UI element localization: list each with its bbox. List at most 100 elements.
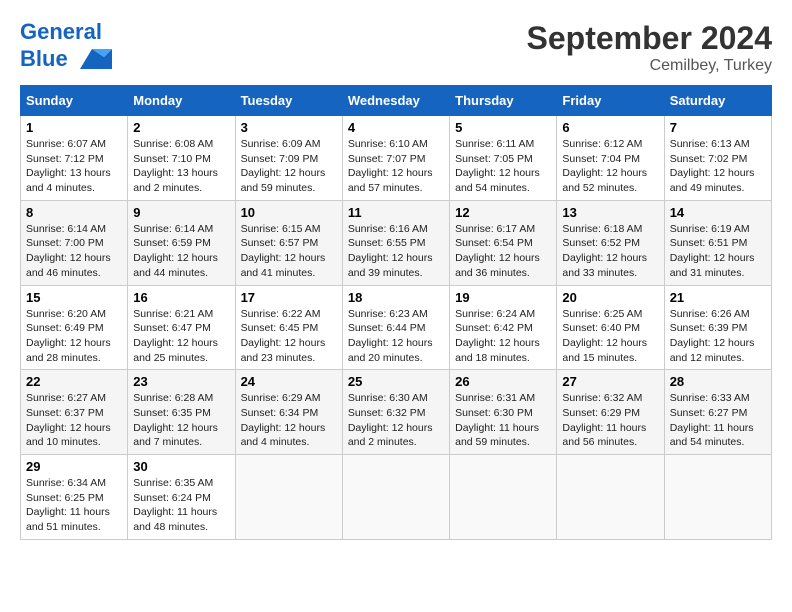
month-title: September 2024 — [527, 20, 772, 57]
day-info: Sunrise: 6:13 AMSunset: 7:02 PMDaylight:… — [670, 137, 766, 196]
calendar-cell: 20 Sunrise: 6:25 AMSunset: 6:40 PMDayligh… — [557, 285, 664, 370]
title-block: September 2024 Cemilbey, Turkey — [527, 20, 772, 75]
day-info: Sunrise: 6:19 AMSunset: 6:51 PMDaylight:… — [670, 222, 766, 281]
day-info: Sunrise: 6:22 AMSunset: 6:45 PMDaylight:… — [241, 307, 337, 366]
day-number: 7 — [670, 120, 766, 135]
day-number: 20 — [562, 290, 658, 305]
calendar-cell: 8 Sunrise: 6:14 AMSunset: 7:00 PMDaylight… — [21, 200, 128, 285]
day-number: 29 — [26, 459, 122, 474]
calendar-cell: 14 Sunrise: 6:19 AMSunset: 6:51 PMDayligh… — [664, 200, 771, 285]
day-info: Sunrise: 6:08 AMSunset: 7:10 PMDaylight:… — [133, 137, 229, 196]
calendar-cell: 5 Sunrise: 6:11 AMSunset: 7:05 PMDaylight… — [450, 116, 557, 201]
day-info: Sunrise: 6:14 AMSunset: 6:59 PMDaylight:… — [133, 222, 229, 281]
day-number: 14 — [670, 205, 766, 220]
day-number: 8 — [26, 205, 122, 220]
day-number: 27 — [562, 374, 658, 389]
calendar-cell: 11Sunrise: 6:16 AMSunset: 6:55 PMDayligh… — [342, 200, 449, 285]
day-info: Sunrise: 6:30 AMSunset: 6:32 PMDaylight:… — [348, 391, 444, 450]
day-number: 23 — [133, 374, 229, 389]
calendar-table: SundayMondayTuesdayWednesdayThursdayFrid… — [20, 85, 772, 540]
logo-icon — [72, 44, 112, 74]
day-number: 21 — [670, 290, 766, 305]
calendar-cell: 25 Sunrise: 6:30 AMSunset: 6:32 PMDayligh… — [342, 370, 449, 455]
day-info: Sunrise: 6:18 AMSunset: 6:52 PMDaylight:… — [562, 222, 658, 281]
week-row-3: 15 Sunrise: 6:20 AMSunset: 6:49 PMDayligh… — [21, 285, 772, 370]
day-info: Sunrise: 6:12 AMSunset: 7:04 PMDaylight:… — [562, 137, 658, 196]
weekday-header-row: SundayMondayTuesdayWednesdayThursdayFrid… — [21, 86, 772, 116]
logo-blue: Blue — [20, 47, 68, 71]
day-number: 1 — [26, 120, 122, 135]
week-row-4: 22 Sunrise: 6:27 AMSunset: 6:37 PMDayligh… — [21, 370, 772, 455]
day-number: 12 — [455, 205, 551, 220]
weekday-header-friday: Friday — [557, 86, 664, 116]
day-info: Sunrise: 6:27 AMSunset: 6:37 PMDaylight:… — [26, 391, 122, 450]
calendar-cell: 1 Sunrise: 6:07 AMSunset: 7:12 PMDaylight… — [21, 116, 128, 201]
calendar-cell — [235, 455, 342, 540]
calendar-cell: 28Sunrise: 6:33 AMSunset: 6:27 PMDayligh… — [664, 370, 771, 455]
calendar-cell: 27 Sunrise: 6:32 AMSunset: 6:29 PMDayligh… — [557, 370, 664, 455]
calendar-cell: 15 Sunrise: 6:20 AMSunset: 6:49 PMDayligh… — [21, 285, 128, 370]
week-row-2: 8 Sunrise: 6:14 AMSunset: 7:00 PMDaylight… — [21, 200, 772, 285]
location-title: Cemilbey, Turkey — [527, 57, 772, 75]
day-number: 16 — [133, 290, 229, 305]
day-number: 24 — [241, 374, 337, 389]
day-info: Sunrise: 6:23 AMSunset: 6:44 PMDaylight:… — [348, 307, 444, 366]
calendar-cell — [557, 455, 664, 540]
weekday-header-sunday: Sunday — [21, 86, 128, 116]
calendar-cell: 12 Sunrise: 6:17 AMSunset: 6:54 PMDayligh… — [450, 200, 557, 285]
calendar-cell: 9 Sunrise: 6:14 AMSunset: 6:59 PMDaylight… — [128, 200, 235, 285]
weekday-header-monday: Monday — [128, 86, 235, 116]
calendar-cell: 10Sunrise: 6:15 AMSunset: 6:57 PMDayligh… — [235, 200, 342, 285]
day-info: Sunrise: 6:11 AMSunset: 7:05 PMDaylight:… — [455, 137, 551, 196]
day-number: 9 — [133, 205, 229, 220]
day-number: 26 — [455, 374, 551, 389]
calendar-cell: 24 Sunrise: 6:29 AMSunset: 6:34 PMDayligh… — [235, 370, 342, 455]
day-info: Sunrise: 6:35 AMSunset: 6:24 PMDaylight:… — [133, 476, 229, 535]
day-number: 19 — [455, 290, 551, 305]
day-info: Sunrise: 6:07 AMSunset: 7:12 PMDaylight:… — [26, 137, 122, 196]
day-number: 2 — [133, 120, 229, 135]
calendar-cell: 22 Sunrise: 6:27 AMSunset: 6:37 PMDayligh… — [21, 370, 128, 455]
day-number: 28 — [670, 374, 766, 389]
calendar-cell — [450, 455, 557, 540]
day-number: 3 — [241, 120, 337, 135]
day-number: 15 — [26, 290, 122, 305]
day-number: 10 — [241, 205, 337, 220]
week-row-5: 29 Sunrise: 6:34 AMSunset: 6:25 PMDayligh… — [21, 455, 772, 540]
day-number: 30 — [133, 459, 229, 474]
day-info: Sunrise: 6:20 AMSunset: 6:49 PMDaylight:… — [26, 307, 122, 366]
weekday-header-tuesday: Tuesday — [235, 86, 342, 116]
day-info: Sunrise: 6:14 AMSunset: 7:00 PMDaylight:… — [26, 222, 122, 281]
day-number: 4 — [348, 120, 444, 135]
day-info: Sunrise: 6:32 AMSunset: 6:29 PMDaylight:… — [562, 391, 658, 450]
day-number: 11 — [348, 205, 444, 220]
day-number: 17 — [241, 290, 337, 305]
day-number: 18 — [348, 290, 444, 305]
calendar-cell — [664, 455, 771, 540]
calendar-cell: 23 Sunrise: 6:28 AMSunset: 6:35 PMDayligh… — [128, 370, 235, 455]
day-info: Sunrise: 6:31 AMSunset: 6:30 PMDaylight:… — [455, 391, 551, 450]
weekday-header-wednesday: Wednesday — [342, 86, 449, 116]
week-row-1: 1 Sunrise: 6:07 AMSunset: 7:12 PMDaylight… — [21, 116, 772, 201]
calendar-cell: 29 Sunrise: 6:34 AMSunset: 6:25 PMDayligh… — [21, 455, 128, 540]
calendar-cell: 3Sunrise: 6:09 AMSunset: 7:09 PMDaylight… — [235, 116, 342, 201]
day-number: 5 — [455, 120, 551, 135]
calendar-cell: 7 Sunrise: 6:13 AMSunset: 7:02 PMDaylight… — [664, 116, 771, 201]
day-info: Sunrise: 6:28 AMSunset: 6:35 PMDaylight:… — [133, 391, 229, 450]
calendar-cell: 17 Sunrise: 6:22 AMSunset: 6:45 PMDayligh… — [235, 285, 342, 370]
day-info: Sunrise: 6:29 AMSunset: 6:34 PMDaylight:… — [241, 391, 337, 450]
day-info: Sunrise: 6:17 AMSunset: 6:54 PMDaylight:… — [455, 222, 551, 281]
calendar-cell: 21Sunrise: 6:26 AMSunset: 6:39 PMDayligh… — [664, 285, 771, 370]
calendar-cell: 2 Sunrise: 6:08 AMSunset: 7:10 PMDaylight… — [128, 116, 235, 201]
day-info: Sunrise: 6:21 AMSunset: 6:47 PMDaylight:… — [133, 307, 229, 366]
day-number: 25 — [348, 374, 444, 389]
day-info: Sunrise: 6:10 AMSunset: 7:07 PMDaylight:… — [348, 137, 444, 196]
day-info: Sunrise: 6:34 AMSunset: 6:25 PMDaylight:… — [26, 476, 122, 535]
calendar-cell: 30 Sunrise: 6:35 AMSunset: 6:24 PMDayligh… — [128, 455, 235, 540]
weekday-header-saturday: Saturday — [664, 86, 771, 116]
day-info: Sunrise: 6:25 AMSunset: 6:40 PMDaylight:… — [562, 307, 658, 366]
calendar-cell: 18 Sunrise: 6:23 AMSunset: 6:44 PMDayligh… — [342, 285, 449, 370]
calendar-cell: 16 Sunrise: 6:21 AMSunset: 6:47 PMDayligh… — [128, 285, 235, 370]
day-number: 22 — [26, 374, 122, 389]
logo: General Blue — [20, 20, 112, 74]
